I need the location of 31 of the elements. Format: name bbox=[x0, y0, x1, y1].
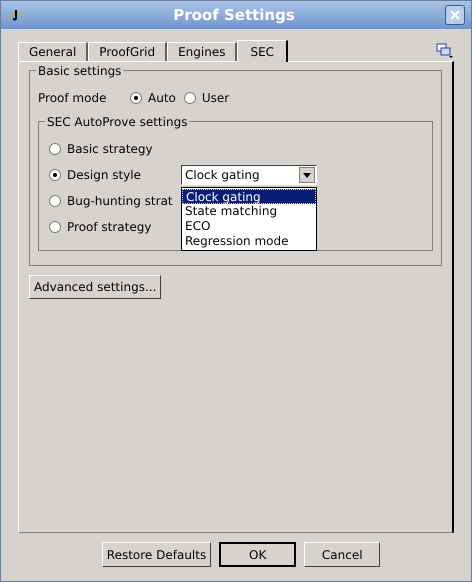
radio-button[interactable] bbox=[130, 92, 142, 104]
tab[interactable]: SEC bbox=[237, 40, 288, 62]
close-icon bbox=[450, 10, 460, 20]
windows-icon[interactable] bbox=[436, 43, 454, 59]
radio-label: Bug-hunting strat bbox=[67, 193, 174, 210]
radio-button[interactable] bbox=[49, 169, 61, 181]
radio-label: Basic strategy bbox=[67, 141, 154, 158]
dialog-button[interactable]: Cancel bbox=[304, 542, 380, 567]
dialog-button[interactable]: Restore Defaults bbox=[102, 542, 212, 567]
close-button[interactable] bbox=[445, 5, 465, 25]
radio-button[interactable] bbox=[49, 143, 61, 155]
dialog-button[interactable]: OK bbox=[219, 542, 296, 567]
dropdown-option[interactable]: Regression mode bbox=[182, 234, 316, 249]
proof-mode-label: Proof mode bbox=[38, 90, 108, 107]
dropdown-option[interactable]: ECO bbox=[182, 219, 316, 234]
app-logo-icon bbox=[7, 7, 23, 23]
radio-button[interactable] bbox=[49, 221, 61, 233]
tab[interactable]: ProofGrid bbox=[88, 42, 168, 61]
advanced-settings-button[interactable]: Advanced settings... bbox=[29, 275, 162, 299]
dropdown-option[interactable]: Clock gating bbox=[182, 189, 316, 204]
radio-label: User bbox=[202, 90, 230, 107]
window-title: Proof Settings bbox=[172, 4, 296, 26]
tab[interactable]: Engines bbox=[167, 42, 238, 61]
radio-button[interactable] bbox=[49, 195, 61, 207]
radio-label: Design style bbox=[67, 167, 142, 184]
dropdown-option[interactable]: State matching bbox=[182, 204, 316, 219]
radio-button[interactable] bbox=[184, 92, 196, 104]
radio-label: Proof strategy bbox=[67, 219, 152, 236]
tab[interactable]: General bbox=[18, 42, 88, 61]
dropdown-field[interactable]: Clock gating bbox=[181, 165, 317, 185]
radio-label: Auto bbox=[148, 90, 176, 107]
